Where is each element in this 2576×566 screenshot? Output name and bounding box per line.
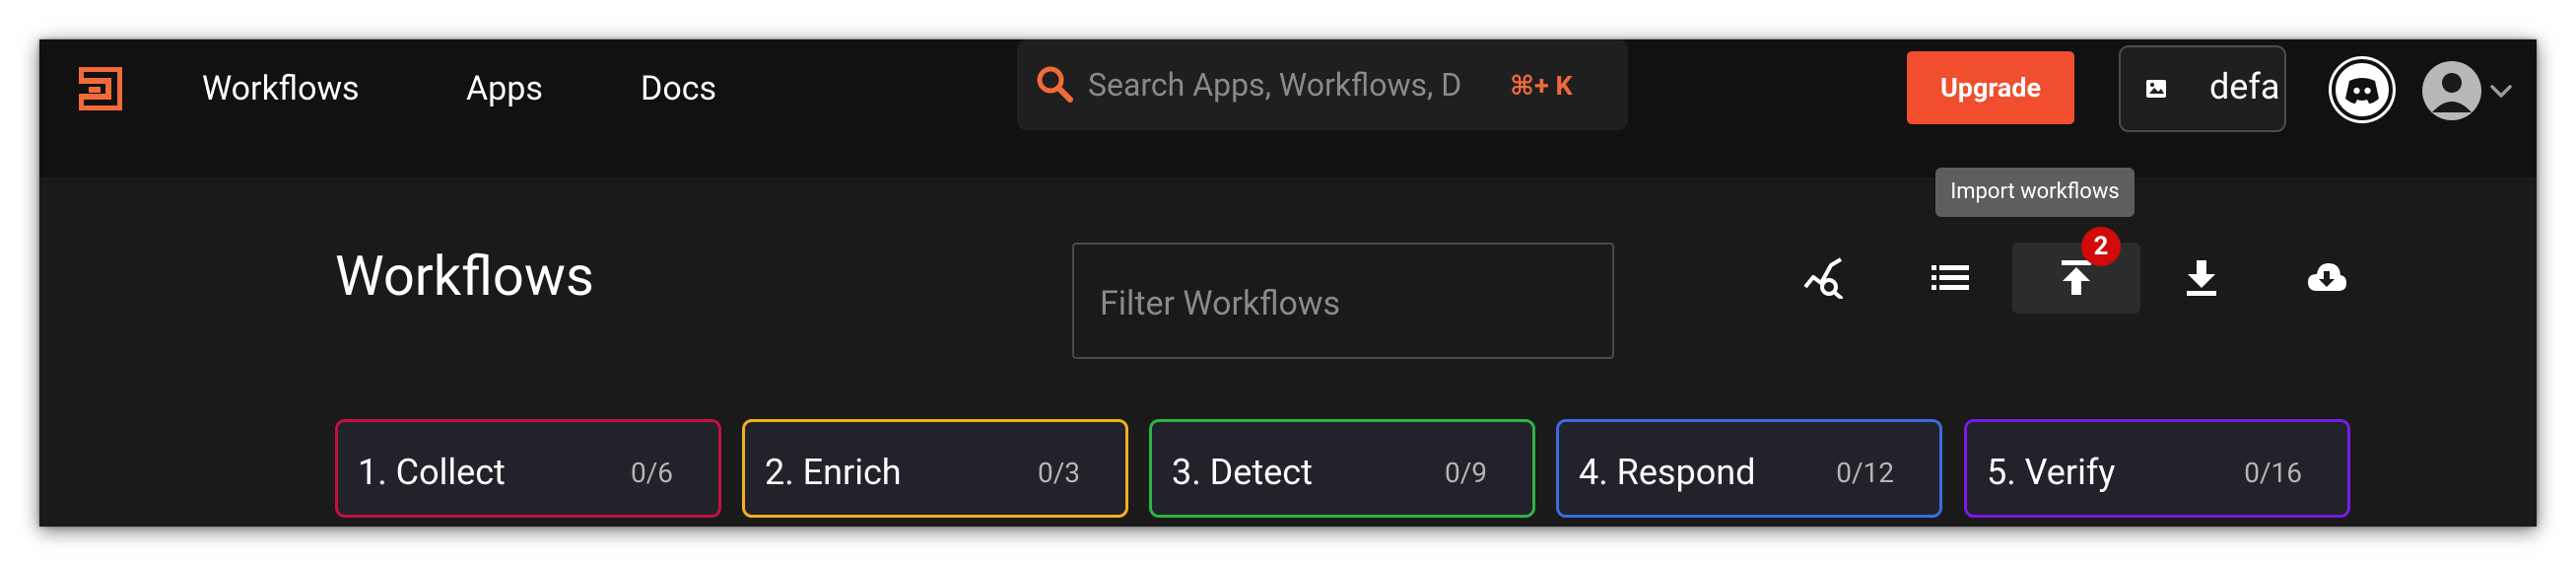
nav-apps[interactable]: Apps xyxy=(466,69,543,108)
download-workflows-button[interactable] xyxy=(2137,243,2266,314)
page-title: Workflows xyxy=(335,244,594,309)
upgrade-button[interactable]: Upgrade xyxy=(1907,51,2074,124)
discord-button[interactable] xyxy=(2332,59,2393,120)
stage-name: 5. Verify xyxy=(1987,452,2116,493)
cloud-download-icon xyxy=(2308,263,2346,291)
download-icon xyxy=(2187,260,2216,296)
person-icon xyxy=(2432,73,2472,112)
nav-docs[interactable]: Docs xyxy=(641,69,716,108)
stage-respond[interactable]: 4. Respond 0/12 xyxy=(1556,419,1942,518)
stage-name: 1. Collect xyxy=(358,452,506,493)
list-icon xyxy=(1932,265,1969,290)
chevron-down-icon[interactable] xyxy=(2487,77,2515,105)
workflow-analytics-button[interactable] xyxy=(1760,243,1888,314)
stage-count: 0/12 xyxy=(1836,457,1894,489)
user-avatar[interactable] xyxy=(2422,61,2481,120)
stage-count: 0/3 xyxy=(1037,457,1080,489)
search-icon xyxy=(1037,66,1073,103)
import-workflows-button[interactable] xyxy=(2012,243,2140,314)
stage-name: 2. Enrich xyxy=(765,452,902,493)
search-placeholder: Search Apps, Workflows, D xyxy=(1088,66,1462,104)
nav-workflows[interactable]: Workflows xyxy=(202,69,360,108)
stage-verify[interactable]: 5. Verify 0/16 xyxy=(1964,419,2350,518)
stage-count: 0/16 xyxy=(2244,457,2302,489)
discord-icon xyxy=(2345,78,2379,104)
filter-placeholder: Filter Workflows xyxy=(1100,284,1341,323)
org-selector[interactable]: defa xyxy=(2119,45,2286,132)
global-search-input[interactable]: Search Apps, Workflows, D ⌘+ K xyxy=(1017,39,1628,130)
app-window: Workflows Apps Docs Search Apps, Workflo… xyxy=(39,39,2537,527)
stage-count: 0/6 xyxy=(630,457,673,489)
top-navigation-bar: Workflows Apps Docs Search Apps, Workflo… xyxy=(39,39,2537,177)
stage-collect[interactable]: 1. Collect 0/6 xyxy=(335,419,721,518)
list-view-button[interactable] xyxy=(1886,243,2014,314)
search-shortcut-hint: ⌘+ K xyxy=(1510,70,1573,102)
stage-name: 3. Detect xyxy=(1172,452,1313,493)
image-icon xyxy=(2146,80,2166,98)
stage-enrich[interactable]: 2. Enrich 0/3 xyxy=(742,419,1128,518)
org-name: defa xyxy=(2209,66,2280,107)
stage-name: 4. Respond xyxy=(1579,452,1756,493)
stage-detect[interactable]: 3. Detect 0/9 xyxy=(1149,419,1535,518)
filter-workflows-input[interactable]: Filter Workflows xyxy=(1072,243,1614,359)
stage-count: 0/9 xyxy=(1444,457,1487,489)
import-workflows-tooltip: Import workflows xyxy=(1935,168,2135,217)
cloud-download-button[interactable] xyxy=(2263,243,2391,314)
analytics-search-icon xyxy=(1803,257,1843,299)
import-count-badge: 2 xyxy=(2081,227,2121,266)
shuffle-logo-icon[interactable] xyxy=(79,67,122,110)
